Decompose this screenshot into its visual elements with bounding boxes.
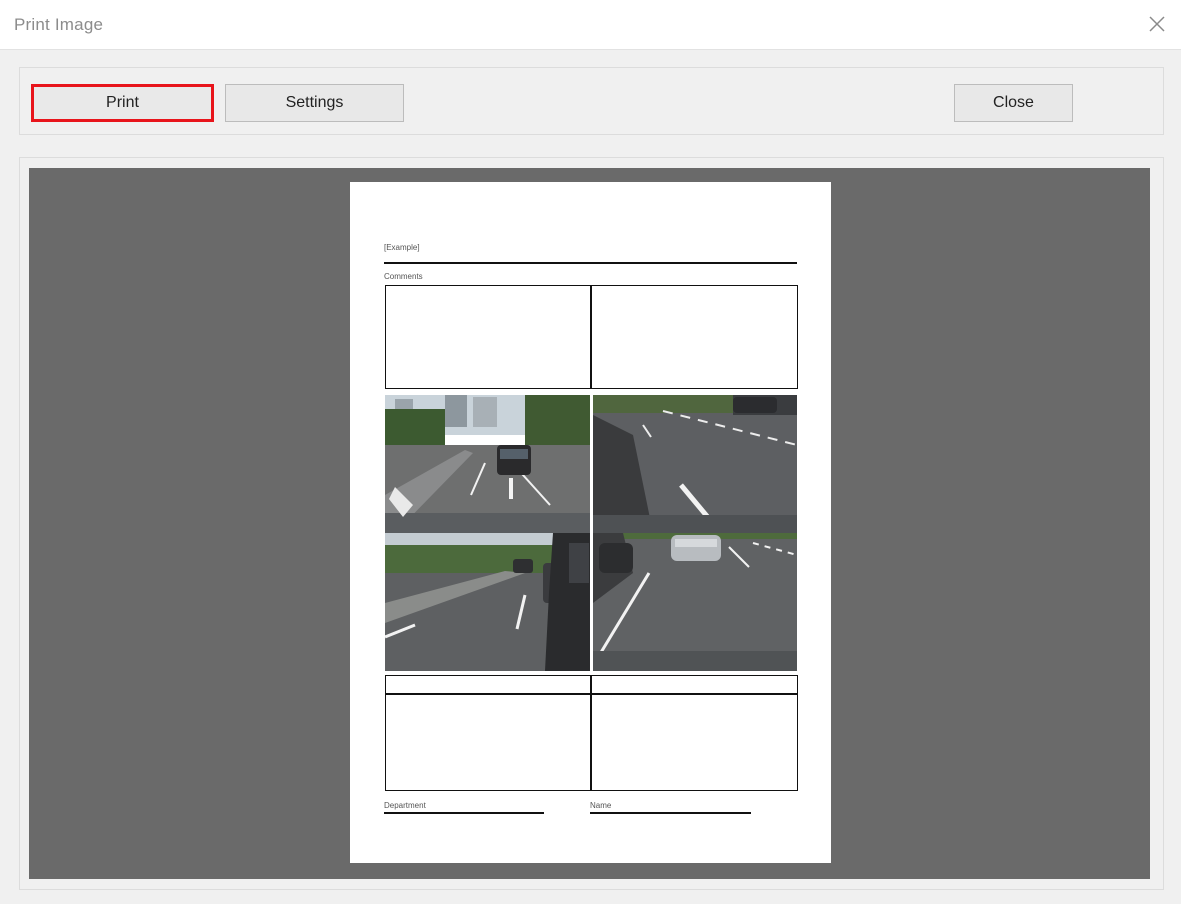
comments-label: Comments [384, 272, 423, 281]
name-label: Name [590, 801, 612, 810]
dialog-title: Print Image [14, 15, 104, 34]
comments-divider [590, 285, 592, 389]
rear-camera-view-icon [593, 533, 797, 671]
department-signature-line [384, 812, 544, 814]
close-button[interactable]: Close [954, 84, 1073, 122]
photo-grid-divider [590, 395, 592, 671]
close-icon[interactable] [1145, 12, 1169, 36]
front-camera-view-icon [385, 395, 591, 533]
title-bar: Print Image [0, 0, 1181, 50]
comments-table [385, 285, 798, 389]
bottom-table-header-rule [385, 693, 798, 695]
right-side-camera-view-icon [593, 395, 797, 533]
print-image-dialog: Print Image Print Settings Close [Exampl… [0, 0, 1181, 904]
print-button[interactable]: Print [31, 84, 214, 122]
print-preview-page: [Example] Comments Department Name [350, 182, 831, 863]
left-side-camera-view-icon [385, 533, 591, 671]
toolbar: Print Settings Close [19, 67, 1164, 135]
department-label: Department [384, 801, 426, 810]
settings-button[interactable]: Settings [225, 84, 404, 122]
bottom-table-divider [590, 675, 592, 791]
header-rule [384, 262, 797, 264]
name-signature-line [590, 812, 751, 814]
document-header-label: [Example] [384, 243, 420, 252]
